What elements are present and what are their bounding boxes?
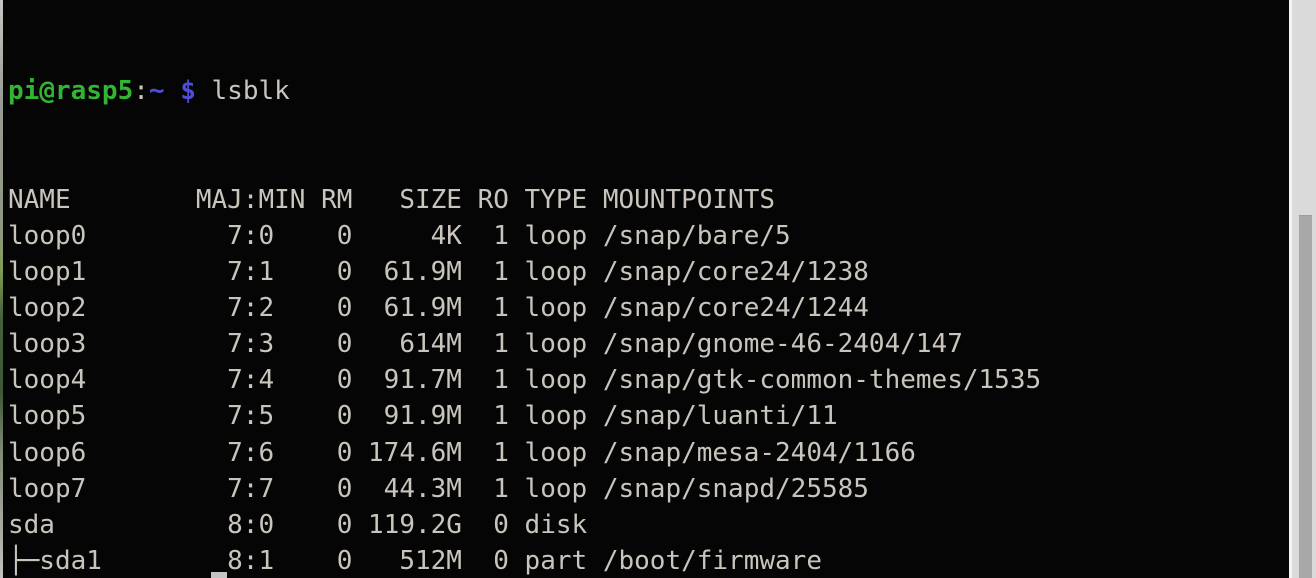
table-row: loop1 7:1 0 61.9M 1 loop /snap/core24/12… (8, 254, 1289, 290)
table-row: loop4 7:4 0 91.7M 1 loop /snap/gtk-commo… (8, 362, 1289, 398)
terminal-window: pi@rasp5:~ $ lsblk NAME MAJ:MIN RM SIZE … (0, 0, 1316, 578)
terminal-content[interactable]: pi@rasp5:~ $ lsblk NAME MAJ:MIN RM SIZE … (0, 0, 1289, 578)
scrollbar[interactable] (1289, 0, 1316, 578)
table-row: loop7 7:7 0 44.3M 1 loop /snap/snapd/255… (8, 471, 1289, 507)
table-row: loop3 7:3 0 614M 1 loop /snap/gnome-46-2… (8, 326, 1289, 362)
table-row: loop2 7:2 0 61.9M 1 loop /snap/core24/12… (8, 290, 1289, 326)
scrollbar-thumb[interactable] (1299, 215, 1312, 578)
prompt-space (196, 76, 212, 106)
table-row: loop6 7:6 0 174.6M 1 loop /snap/mesa-240… (8, 435, 1289, 471)
table-row: loop0 7:0 0 4K 1 loop /snap/bare/5 (8, 218, 1289, 254)
table-row: ├─sda1 8:1 0 512M 0 part /boot/firmware (8, 543, 1289, 578)
cursor (211, 572, 227, 578)
prompt-dollar-sign: $ (180, 76, 196, 106)
lsblk-output: NAME MAJ:MIN RM SIZE RO TYPE MOUNTPOINTS… (8, 182, 1289, 578)
prompt-space (165, 76, 181, 106)
prompt-user-host: pi@rasp5 (8, 76, 133, 106)
table-row: sda 8:0 0 119.2G 0 disk (8, 507, 1289, 543)
prompt-line: pi@rasp5:~ $ lsblk (8, 73, 1289, 109)
table-row: loop5 7:5 0 91.9M 1 loop /snap/luanti/11 (8, 398, 1289, 434)
prompt-command: lsblk (212, 76, 290, 106)
desktop-edge-strip (0, 0, 3, 578)
table-header-row: NAME MAJ:MIN RM SIZE RO TYPE MOUNTPOINTS (8, 182, 1289, 218)
prompt-separator: : (133, 76, 149, 106)
prompt-path: ~ (149, 76, 165, 106)
